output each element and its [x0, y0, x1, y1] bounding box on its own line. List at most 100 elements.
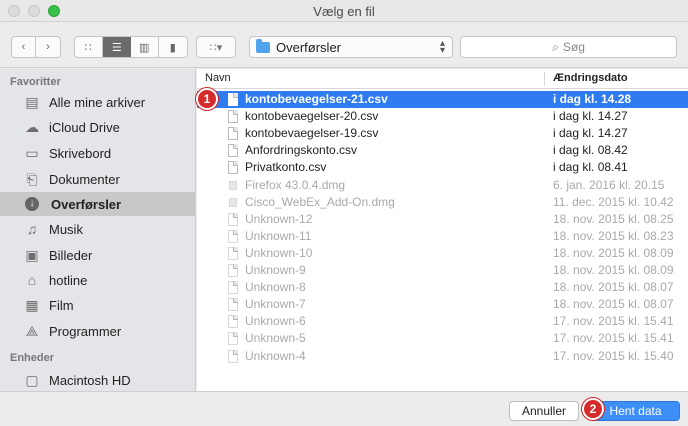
- path-label: Overførsler: [276, 39, 341, 55]
- file-name: Unknown-11: [245, 228, 312, 243]
- table-row[interactable]: Unknown-9 18. nov. 2015 kl. 08.09: [197, 262, 688, 279]
- sidebar-item-home[interactable]: ⌂ hotline: [0, 268, 195, 292]
- sidebar-item-icloud[interactable]: ☁ iCloud Drive: [0, 115, 195, 139]
- table-row[interactable]: Anfordringskonto.csv i dag kl. 08.42: [197, 142, 688, 159]
- sidebar-item-desktop[interactable]: ▭ Skrivebord: [0, 141, 195, 165]
- file-name: Cisco_WebEx_Add-On.dmg: [245, 194, 395, 209]
- file-name: Unknown-8: [245, 280, 306, 295]
- file-name: Unknown-12: [245, 211, 313, 226]
- camera-icon: ▣: [25, 246, 39, 263]
- sidebar-item-label: Programmer: [49, 323, 122, 339]
- table-row[interactable]: Unknown-5 17. nov. 2015 kl. 15.41: [197, 330, 688, 347]
- sidebar-item-pictures[interactable]: ▣ Billeder: [0, 243, 195, 267]
- confirm-button[interactable]: Hent data: [591, 401, 680, 421]
- downloads-icon: ↓: [25, 197, 39, 211]
- cloud-icon: ☁: [25, 118, 39, 135]
- file-date: i dag kl. 14.27: [553, 109, 628, 124]
- devices-header: Enheder: [10, 352, 55, 364]
- column-date-header[interactable]: Ændringsdato: [553, 72, 628, 84]
- file-date: 17. nov. 2015 kl. 15.41: [553, 331, 674, 346]
- sidebar-item-all-files[interactable]: ▤ Alle mine arkiver: [0, 90, 195, 114]
- column-view-icon[interactable]: ▥: [131, 37, 159, 57]
- file-icon: [228, 229, 238, 243]
- table-row[interactable]: Cisco_WebEx_Add-On.dmg 11. dec. 2015 kl. …: [197, 194, 688, 211]
- table-row[interactable]: Unknown-12 18. nov. 2015 kl. 08.25: [197, 211, 688, 228]
- file-icon: [228, 161, 238, 175]
- sidebar-item-music[interactable]: ♫ Musik: [0, 217, 195, 241]
- view-mode-control: ∷ ☰ ▥ ▮: [74, 36, 188, 58]
- arrange-menu-button[interactable]: ∷▾: [196, 36, 236, 58]
- file-name: Unknown-7: [245, 297, 306, 312]
- sidebar-item-label: Skrivebord: [49, 145, 112, 161]
- file-icon: [228, 93, 238, 106]
- file-date: 18. nov. 2015 kl. 08.23: [553, 228, 674, 243]
- path-popup[interactable]: Overførsler ▴ ▾: [249, 36, 453, 58]
- column-name-header[interactable]: Navn: [205, 72, 231, 84]
- window-title: Vælg en fil: [313, 4, 375, 19]
- file-date: 17. nov. 2015 kl. 15.40: [553, 348, 674, 363]
- file-name: Privatkonto.csv: [245, 160, 327, 175]
- arrange-icon: ∷▾: [209, 41, 223, 54]
- table-row[interactable]: Unknown-6 17. nov. 2015 kl. 15.41: [197, 313, 688, 330]
- file-date: i dag kl. 14.27: [553, 126, 628, 141]
- file-icon: [228, 281, 238, 295]
- file-icon: [228, 349, 238, 363]
- toolbar: ‹ › ∷ ☰ ▥ ▮ ∷▾ Overførsler ▴ ▾ ⌕ Søg: [0, 23, 688, 68]
- table-row[interactable]: kontobevaegelser-19.csv i dag kl. 14.27: [197, 125, 688, 142]
- sidebar-item-label: Alle mine arkiver: [49, 94, 146, 110]
- file-date: i dag kl. 08.41: [553, 160, 628, 175]
- table-row[interactable]: kontobevaegelser-21.csv i dag kl. 14.28: [197, 91, 688, 108]
- sidebar-item-label: Billeder: [49, 247, 93, 263]
- sidebar-item-label: hotline: [49, 272, 88, 288]
- all-files-icon: ▤: [25, 93, 39, 110]
- file-date: 17. nov. 2015 kl. 15.41: [553, 314, 674, 329]
- table-row[interactable]: Unknown-11 18. nov. 2015 kl. 08.23: [197, 228, 688, 245]
- search-placeholder: Søg: [562, 40, 585, 54]
- sidebar-item-movies[interactable]: ▦ Film: [0, 293, 195, 317]
- file-icon: [228, 127, 238, 141]
- file-name: Unknown-4: [245, 348, 306, 363]
- file-date: 6. jan. 2016 kl. 20.15: [553, 177, 665, 192]
- file-icon: [228, 246, 238, 260]
- home-icon: ⌂: [27, 272, 37, 288]
- apps-icon: ⟁: [25, 322, 39, 339]
- file-icon: [228, 212, 238, 226]
- sidebar-item-label: Dokumenter: [49, 171, 120, 187]
- table-row[interactable]: Unknown-8 18. nov. 2015 kl. 08.07: [197, 279, 688, 296]
- file-date: 18. nov. 2015 kl. 08.09: [553, 263, 674, 277]
- file-date: i dag kl. 14.28: [553, 92, 632, 106]
- table-row[interactable]: Unknown-10 18. nov. 2015 kl. 08.09: [197, 245, 688, 262]
- table-row[interactable]: Privatkonto.csv i dag kl. 08.41: [197, 159, 688, 176]
- sidebar-item-macintosh-hd[interactable]: ▢ Macintosh HD: [0, 368, 195, 391]
- folder-icon: [256, 38, 270, 53]
- sidebar-item-label: Overførsler: [51, 196, 122, 212]
- chevron-left-icon[interactable]: ‹: [12, 37, 37, 57]
- desktop-icon: ▭: [25, 144, 39, 161]
- sidebar-item-applications[interactable]: ⟁ Programmer: [0, 319, 195, 343]
- sidebar-item-downloads[interactable]: ↓ Overførsler: [0, 192, 195, 216]
- icon-view-icon[interactable]: ∷: [75, 37, 103, 57]
- back-forward-control: ‹ ›: [11, 36, 61, 58]
- cancel-button[interactable]: Annuller: [509, 401, 579, 421]
- table-row[interactable]: Unknown-4 17. nov. 2015 kl. 15.40: [197, 348, 688, 365]
- file-name: Unknown-9: [245, 263, 306, 277]
- sidebar-item-label: iCloud Drive: [49, 119, 120, 135]
- file-icon: [228, 110, 238, 124]
- file-name: kontobevaegelser-19.csv: [245, 126, 379, 141]
- file-date: i dag kl. 08.42: [553, 143, 628, 158]
- sidebar-item-documents[interactable]: ⎗ Dokumenter: [0, 167, 195, 191]
- coverflow-view-icon[interactable]: ▮: [159, 37, 187, 57]
- table-row[interactable]: kontobevaegelser-20.csv i dag kl. 14.27: [197, 108, 688, 125]
- table-row[interactable]: Firefox 43.0.4.dmg 6. jan. 2016 kl. 20.15: [197, 177, 688, 194]
- file-name: Anfordringskonto.csv: [245, 143, 358, 158]
- file-date: 18. nov. 2015 kl. 08.07: [553, 297, 674, 312]
- chevron-right-icon[interactable]: ›: [36, 37, 60, 57]
- table-row[interactable]: Unknown-7 18. nov. 2015 kl. 08.07: [197, 296, 688, 313]
- search-input[interactable]: ⌕ Søg: [460, 36, 677, 58]
- file-date: 11. dec. 2015 kl. 10.42: [553, 194, 674, 209]
- documents-icon: ⎗: [26, 170, 38, 187]
- file-icon: [228, 144, 238, 158]
- list-view-icon[interactable]: ☰: [102, 37, 131, 57]
- music-icon: ♫: [26, 221, 38, 237]
- file-icon: [228, 332, 238, 346]
